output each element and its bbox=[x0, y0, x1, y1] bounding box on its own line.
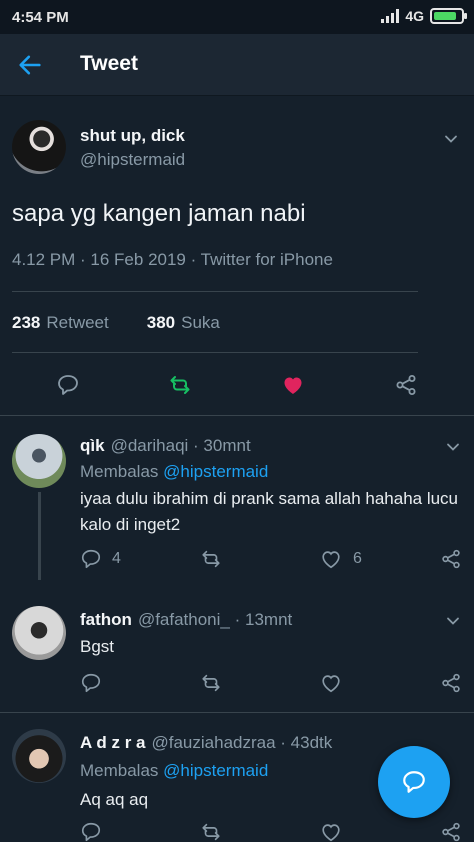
replying-label: Membalas bbox=[80, 462, 159, 481]
reply-time: · 13mnt bbox=[234, 610, 293, 629]
reply-author[interactable]: qìk @darihaqi · 30mnt bbox=[80, 436, 251, 456]
reply-icon[interactable] bbox=[80, 548, 102, 570]
avatar[interactable] bbox=[12, 120, 66, 174]
reply-text: Bgst bbox=[80, 637, 115, 656]
battery-icon bbox=[430, 8, 467, 24]
divider bbox=[12, 352, 418, 353]
reply-display-name: fathon bbox=[80, 610, 132, 629]
reply-author[interactable]: fathon @fafathoni_ · 13mnt bbox=[80, 610, 292, 630]
retweet-stat[interactable]: 238 Retweet bbox=[12, 313, 109, 333]
reply-display-name: qìk bbox=[80, 436, 105, 455]
like-count: 6 bbox=[353, 550, 362, 567]
replying-to: Membalas @hipstermaid bbox=[80, 462, 268, 482]
share-icon[interactable] bbox=[440, 821, 462, 842]
avatar[interactable] bbox=[12, 606, 66, 660]
author-name[interactable]: shut up, dick bbox=[80, 126, 185, 146]
retweet-label: Retweet bbox=[46, 313, 109, 332]
heart-icon[interactable] bbox=[320, 548, 342, 570]
heart-icon[interactable] bbox=[320, 821, 342, 842]
reply-text: iyaa dulu ibrahim di prank sama allah ha… bbox=[80, 489, 459, 534]
mention-link[interactable]: @hipstermaid bbox=[163, 761, 268, 780]
retweet-icon[interactable] bbox=[168, 373, 192, 397]
status-bar: 4:54 PM 4G bbox=[0, 0, 474, 34]
chevron-down-icon[interactable] bbox=[446, 440, 460, 454]
thread-line bbox=[38, 492, 41, 580]
reply-tweet[interactable]: fathon @fafathoni_ · 13mnt Bgst bbox=[0, 590, 474, 710]
network-type: 4G bbox=[405, 8, 424, 24]
chevron-down-icon[interactable] bbox=[446, 614, 460, 628]
reply-display-name: A d z r a bbox=[80, 733, 146, 752]
back-arrow-icon[interactable] bbox=[16, 51, 44, 79]
retweet-icon[interactable] bbox=[200, 821, 222, 842]
reply-count: 4 bbox=[112, 550, 121, 567]
tweet-text: sapa yg kangen jaman nabi bbox=[12, 200, 306, 227]
avatar[interactable] bbox=[12, 434, 66, 488]
status-time: 4:54 PM bbox=[12, 9, 69, 26]
tweet-meta: 4.12 PM · 16 Feb 2019 · Twitter for iPho… bbox=[12, 250, 333, 269]
top-app-bar: Tweet bbox=[0, 34, 474, 96]
like-count: 380 bbox=[146, 313, 176, 332]
reply-handle: @fafathoni_ bbox=[137, 610, 230, 629]
divider bbox=[12, 291, 418, 292]
like-label: Suka bbox=[181, 313, 220, 332]
author-handle[interactable]: @hipstermaid bbox=[80, 150, 185, 170]
chevron-down-icon[interactable] bbox=[444, 132, 458, 146]
reply-handle: @fauziahadzraa bbox=[151, 733, 276, 752]
reply-time: · 30mnt bbox=[193, 436, 251, 455]
tweet-actions bbox=[0, 364, 474, 406]
replying-label: Membalas bbox=[80, 761, 159, 780]
replying-to: Membalas @hipstermaid bbox=[80, 761, 268, 781]
signal-icon bbox=[381, 9, 400, 23]
retweet-count: 238 bbox=[12, 313, 41, 332]
page-title: Tweet bbox=[80, 52, 138, 75]
retweet-icon[interactable] bbox=[200, 672, 222, 694]
heart-icon[interactable] bbox=[320, 672, 342, 694]
reply-icon[interactable] bbox=[80, 672, 102, 694]
reply-handle: @darihaqi bbox=[110, 436, 189, 455]
reply-tweet[interactable]: qìk @darihaqi · 30mnt Membalas @hipsterma… bbox=[0, 416, 474, 588]
heart-icon[interactable] bbox=[281, 373, 305, 397]
reply-icon[interactable] bbox=[56, 373, 80, 397]
share-icon[interactable] bbox=[440, 672, 462, 694]
status-icons: 4G bbox=[381, 8, 467, 24]
reply-icon bbox=[403, 771, 425, 793]
tweet-stats: 238 Retweet 380 Suka bbox=[12, 313, 220, 333]
share-icon[interactable] bbox=[440, 548, 462, 570]
mention-link[interactable]: @hipstermaid bbox=[163, 462, 268, 481]
compose-reply-button[interactable] bbox=[378, 746, 450, 818]
like-stat[interactable]: 380 Suka bbox=[147, 313, 220, 333]
retweet-icon[interactable] bbox=[200, 548, 222, 570]
reply-author[interactable]: A d z r a @fauziahadzraa · 43dtk bbox=[80, 733, 332, 753]
share-icon[interactable] bbox=[394, 373, 418, 397]
avatar[interactable] bbox=[12, 729, 66, 783]
reply-icon[interactable] bbox=[80, 821, 102, 842]
reply-time: · 43dtk bbox=[280, 733, 333, 752]
